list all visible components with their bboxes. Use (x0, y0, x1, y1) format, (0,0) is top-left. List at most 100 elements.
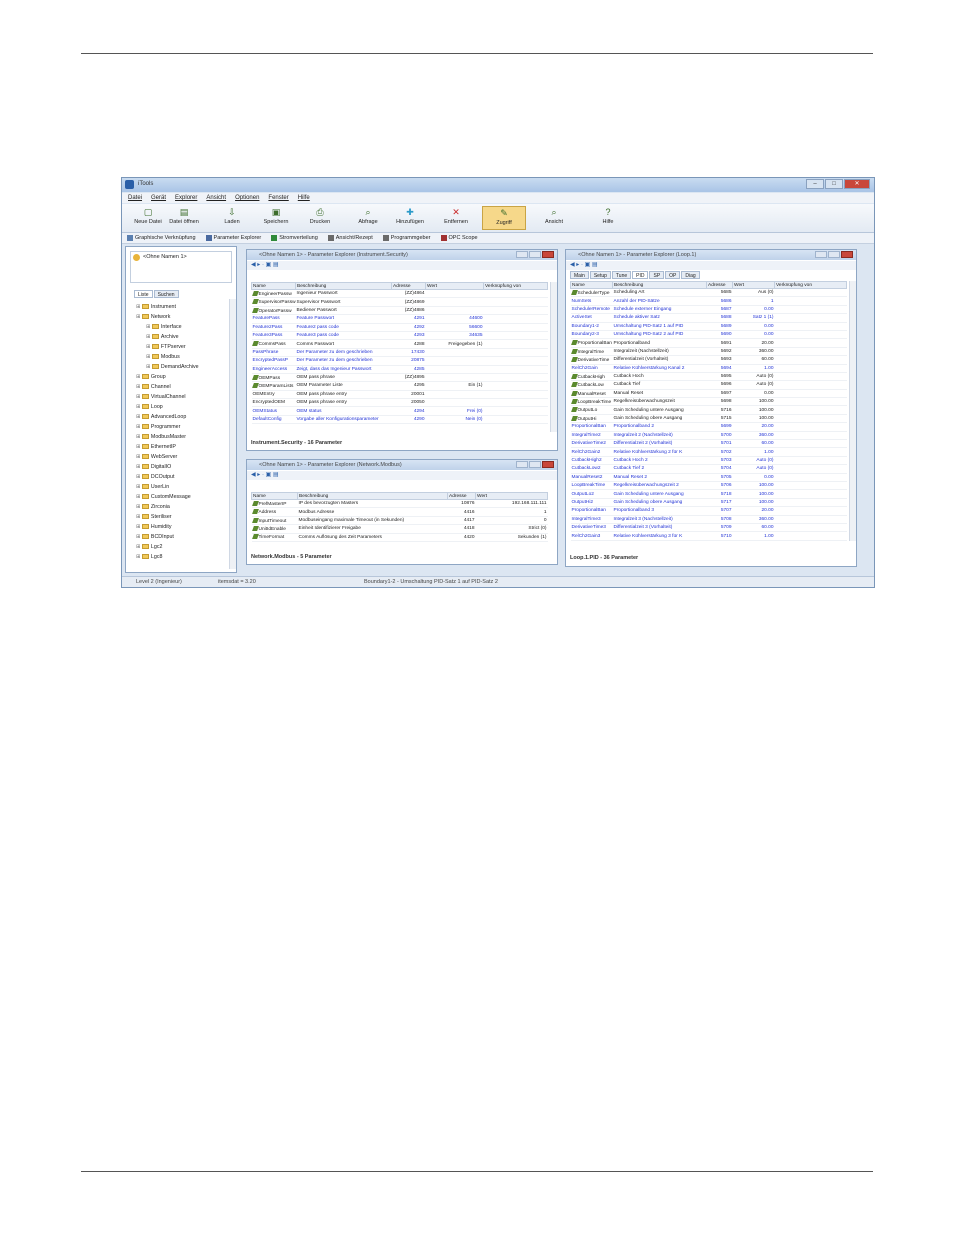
table-row[interactable]: ManualReset Manual Reset 5697 0.00 (570, 389, 847, 399)
table-row[interactable]: EncryptedOEM OEM pass phrase entry 20050 (251, 398, 548, 408)
table-row[interactable]: OEMEntry OEM pass phrase entry 20001 (251, 390, 548, 400)
column-header[interactable]: Wert (425, 282, 484, 290)
table-row[interactable]: InputTimeout Modbuseingang maximale Timeo… (251, 516, 548, 526)
value-cell[interactable]: 1.00 (732, 531, 775, 541)
value-cell[interactable]: 100.00 (732, 489, 775, 499)
value-cell[interactable]: 0.00 (732, 473, 775, 483)
toolbar-load-button[interactable]: ⇩ Laden (210, 206, 254, 230)
column-header[interactable]: Wert (475, 492, 548, 500)
tree-scrollbar[interactable] (229, 299, 236, 569)
table-row[interactable]: OutputHi Gain Scheduling obere Ausgang 571… (570, 414, 847, 424)
value-cell[interactable] (425, 289, 484, 299)
menu-item-gerät[interactable]: Gerät (151, 193, 166, 203)
value-cell[interactable]: Auto (0) (732, 380, 775, 390)
table-row[interactable]: CutbackHigh2 Cutback Hoch 2 5703 Auto (0) (570, 456, 847, 466)
table-row[interactable]: OEMStatus OEM status 4294 Frei (0) (251, 406, 548, 416)
table-row[interactable]: Boundary1-2 Umschaltung PID-Satz 1 auf PI… (570, 322, 847, 331)
tab-tune[interactable]: Tune (611, 271, 632, 279)
tree-item[interactable]: ⊞ ModbusMaster (134, 432, 230, 442)
value-cell[interactable]: 360.00 (732, 347, 775, 357)
table-row[interactable]: OutputLo2 Gain Scheduling untere Ausgang 5… (570, 489, 847, 499)
menu-item-fenster[interactable]: Fenster (268, 193, 288, 203)
toolbar-scan-button[interactable]: ⌕ Abfrage (346, 206, 390, 230)
table-row[interactable]: EncryptedPassP Der Parameter zu dem gesch… (251, 356, 548, 366)
toolbar-save-button[interactable]: ▣ Speichern (254, 206, 298, 230)
maximize-button[interactable]: □ (825, 179, 843, 189)
table-row[interactable]: Feature3Pass Feature3 pass code 4293 34635 (251, 331, 548, 341)
tree-item[interactable]: ⊞ Steriliser (134, 512, 230, 522)
table-row[interactable]: ActiveSet Schedule aktiver Satz 5688 Satz 1… (570, 313, 847, 323)
value-cell[interactable]: 100.00 (732, 481, 775, 491)
value-cell[interactable]: 20.00 (732, 506, 775, 516)
toolbar-open-file-button[interactable]: ▤ Datei öffnen (162, 206, 206, 230)
table-row[interactable]: RelCh2Gain Relative Kühlverstärkung Kanal… (570, 364, 847, 373)
value-cell[interactable] (425, 348, 484, 358)
table-row[interactable]: OutputHi2 Gain Scheduling obere Ausgang 57… (570, 498, 847, 508)
value-cell[interactable]: 100.00 (732, 414, 775, 424)
value-cell[interactable]: 34635 (425, 331, 484, 341)
table-row[interactable]: FeaturePass Feature Passwort 4291 44600 (251, 314, 548, 324)
column-header[interactable]: Beschreibung (297, 492, 448, 500)
panel-minimize-button[interactable] (516, 461, 528, 468)
tree-item[interactable]: ⊞ Humidity (134, 522, 230, 532)
table-row[interactable]: RelCh2Gain2 Relative Kühlverstärkung 2 fü… (570, 447, 847, 457)
value-cell[interactable]: 1 (475, 507, 548, 517)
panel-close-button[interactable] (542, 251, 554, 258)
value-cell[interactable] (425, 297, 484, 307)
tree-item[interactable]: ⊞ Archive (134, 332, 230, 342)
panel-close-button[interactable] (542, 461, 554, 468)
value-cell[interactable]: 100.00 (732, 397, 775, 407)
table-row[interactable]: EngineerAccess Zeigt, dass das Ingenieur … (251, 365, 548, 374)
table-row[interactable]: PassPhrase Der Parameter zu dem geschrieb… (251, 348, 548, 358)
toolbar-access-button[interactable]: ✎ Zugriff (482, 206, 526, 230)
panel-maximize-button[interactable] (529, 461, 541, 468)
view-button-4[interactable]: Programmgeber (382, 233, 431, 243)
value-cell[interactable]: Ein (1) (425, 381, 484, 391)
column-header[interactable]: Wert (732, 281, 775, 289)
value-cell[interactable]: 1.00 (732, 364, 775, 373)
tree-item[interactable]: ⊞ Zirconia (134, 502, 230, 512)
column-header[interactable]: Adresse (391, 282, 426, 290)
value-cell[interactable]: Auto (0) (732, 456, 775, 466)
tree-item[interactable]: ⊞ Network (134, 312, 230, 322)
table-row[interactable]: UnitIdEnable Einheit Identifizierer Freig… (251, 524, 548, 534)
value-cell[interactable] (425, 365, 484, 374)
table-row[interactable]: LoopBreakTime Regelkreisüberwachungszeit … (570, 481, 847, 491)
value-cell[interactable]: 100.00 (732, 498, 775, 508)
value-cell[interactable] (425, 373, 484, 383)
toolbar-print-button[interactable]: ⎙ Drucken (298, 206, 342, 230)
tab-setup[interactable]: Setup (589, 271, 611, 279)
column-header[interactable]: Name (251, 282, 296, 290)
panel-minimize-button[interactable] (516, 251, 528, 258)
toolbar-add-button[interactable]: ✚ Hinzufügen (388, 206, 432, 230)
value-cell[interactable] (425, 356, 484, 366)
column-header[interactable]: Verknüpfung von (483, 282, 548, 290)
menu-item-hilfe[interactable]: Hilfe (298, 193, 310, 203)
value-cell[interactable]: 44600 (425, 314, 484, 324)
tree-item[interactable]: ⊞ CustomMessage (134, 492, 230, 502)
value-cell[interactable]: 1.00 (732, 447, 775, 457)
tab-pid[interactable]: PID (632, 271, 649, 279)
value-cell[interactable]: Sekunden (1) (475, 533, 548, 542)
menu-item-explorer[interactable]: Explorer (175, 193, 197, 203)
value-cell[interactable]: 60.00 (732, 439, 775, 449)
value-cell[interactable]: 60.00 (732, 355, 775, 365)
table-row[interactable]: ProportionalBan Proportionalband 5691 20.00 (570, 338, 847, 348)
tree-item[interactable]: ⊞ EthernetIP (134, 442, 230, 452)
tree-item[interactable]: ⊞ AdvancedLoop (134, 412, 230, 422)
table-row[interactable]: CommsPass Comms Passwort 4288 Freigegeben (… (251, 339, 548, 349)
panel-maximize-button[interactable] (529, 251, 541, 258)
tree-item[interactable]: ⊞ Modbus (134, 352, 230, 362)
table-row[interactable]: Address Modbus Adresse 4416 1 (251, 507, 548, 517)
view-button-0[interactable]: Graphische Verknüpfung (127, 233, 196, 243)
view-button-2[interactable]: Stromverteilung (271, 233, 318, 243)
tree-root-label[interactable]: <Ohne Namen 1> (143, 254, 187, 260)
value-cell[interactable] (425, 390, 484, 400)
table-row[interactable]: SchedulerType Scheduling Art 5685 Aus (0) (570, 288, 847, 298)
value-cell[interactable]: 0 (475, 516, 548, 526)
tree-item[interactable]: ⊞ WebServer (134, 452, 230, 462)
tab-main[interactable]: Main (570, 271, 589, 279)
table-row[interactable]: ManualReset2 Manual Reset 2 5705 0.00 (570, 473, 847, 483)
table-row[interactable]: OEMParamLists OEM Parameter Liste 4295 Ein … (251, 381, 548, 391)
tab-op[interactable]: OP (665, 271, 681, 279)
